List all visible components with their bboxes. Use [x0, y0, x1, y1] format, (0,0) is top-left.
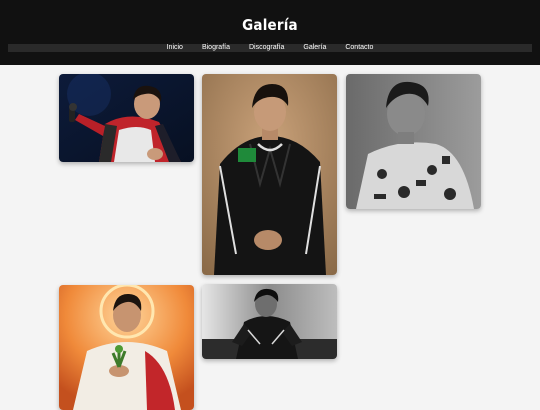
- gallery-photo-portrait[interactable]: [202, 74, 337, 275]
- nav-item-discografia[interactable]: Discografía: [239, 43, 293, 53]
- gallery-photo-bw-crouching[interactable]: [202, 284, 337, 359]
- bw-portrait-image: [346, 74, 481, 209]
- gallery-photo-concert[interactable]: [59, 74, 194, 162]
- page-title: Galería: [242, 16, 298, 34]
- nav-item-inicio[interactable]: Inicio: [157, 43, 192, 53]
- bw-crouching-image: [202, 284, 337, 359]
- portrait-photo-image: [202, 74, 337, 275]
- gallery-photo-religious-art[interactable]: [59, 285, 194, 410]
- site-header: Galería Inicio Biografía Discografía Gal…: [0, 0, 540, 65]
- nav-item-galeria[interactable]: Galería: [294, 43, 336, 53]
- nav-item-biografia[interactable]: Biografía: [192, 43, 239, 53]
- concert-photo-image: [59, 74, 194, 162]
- gallery-photo-bw-portrait[interactable]: [346, 74, 481, 209]
- nav-item-contacto[interactable]: Contacto: [336, 43, 383, 53]
- religious-art-image: [59, 285, 194, 410]
- main-nav: Inicio Biografía Discografía Galería Con…: [0, 43, 540, 53]
